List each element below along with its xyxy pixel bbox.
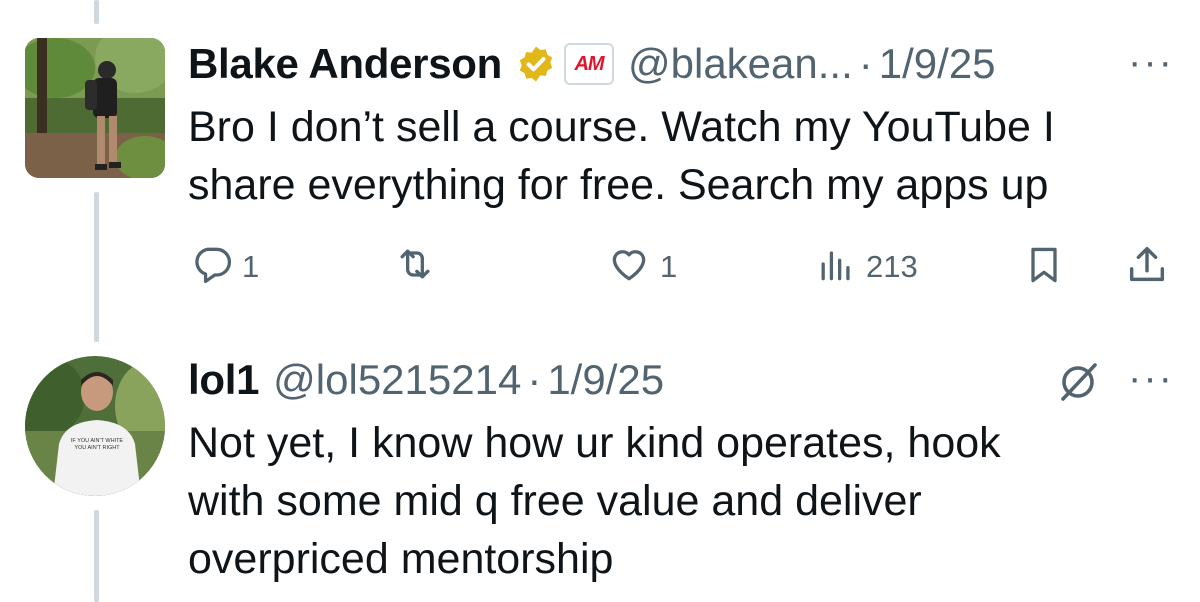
- tweet-header: lol1 @lol5215214 · 1/9/25: [188, 352, 664, 408]
- retweet-icon: [392, 242, 438, 291]
- avatar-photo: IF YOU AIN'T WHITE YOU AIN'T RIGHT: [25, 356, 165, 496]
- like-button[interactable]: 1: [606, 242, 677, 291]
- reply-button[interactable]: 1: [190, 242, 259, 291]
- avatar-photo: [25, 38, 165, 178]
- reply-count: 1: [242, 248, 260, 284]
- separator-dot: ·: [527, 356, 542, 403]
- display-name[interactable]: lol1: [188, 356, 259, 404]
- timestamp[interactable]: 1/9/25: [879, 40, 996, 88]
- action-bar: 1 1 213: [0, 236, 1200, 292]
- reply-icon: [190, 242, 234, 291]
- tweet-text-line: with some mid q free value and deliver: [188, 477, 922, 525]
- display-name[interactable]: Blake Anderson: [188, 40, 502, 88]
- grok-icon[interactable]: [1054, 358, 1102, 411]
- tweet-header: Blake Anderson AM @blakean... · 1/9/25: [188, 36, 996, 92]
- views-icon: [814, 242, 858, 291]
- share-button[interactable]: [1124, 242, 1170, 293]
- handle[interactable]: @blakean...: [628, 40, 853, 88]
- tweet-text-line: Bro I don’t sell a course. Watch my YouT…: [188, 103, 1055, 151]
- share-icon: [1124, 242, 1170, 293]
- retweet-button[interactable]: [392, 242, 438, 291]
- tweet-text: Not yet, I know how ur kind operates, ho…: [188, 414, 1001, 588]
- like-count: 1: [660, 248, 678, 284]
- tweet-text-line: share everything for free. Search my app…: [188, 161, 1049, 209]
- views-count: 213: [866, 248, 918, 284]
- bookmark-icon: [1022, 242, 1066, 293]
- affiliate-badge[interactable]: AM: [564, 43, 614, 85]
- bookmark-button[interactable]: [1022, 242, 1066, 293]
- avatar[interactable]: [25, 38, 165, 178]
- more-icon[interactable]: ···: [1128, 356, 1174, 401]
- avatar[interactable]: IF YOU AIN'T WHITE YOU AIN'T RIGHT: [25, 356, 165, 496]
- handle[interactable]: @lol5215214: [273, 356, 521, 404]
- avatar-shirt-text: IF YOU AIN'T WHITE: [71, 438, 124, 444]
- timestamp[interactable]: 1/9/25: [547, 356, 664, 404]
- like-icon: [606, 242, 652, 291]
- more-icon[interactable]: ···: [1128, 40, 1174, 85]
- tweet-text-line: Not yet, I know how ur kind operates, ho…: [188, 419, 1001, 467]
- avatar-shirt-text-line: YOU AIN'T RIGHT: [74, 445, 120, 451]
- tweet[interactable]: Blake Anderson AM @blakean... · 1/9/25 ·…: [0, 0, 1200, 330]
- tweet-text-line: overpriced mentorship: [188, 535, 614, 583]
- separator-dot: ·: [858, 40, 873, 87]
- verified-badge-icon: [516, 44, 556, 84]
- views-button[interactable]: 213: [814, 242, 918, 291]
- tweet-text: Bro I don’t sell a course. Watch my YouT…: [188, 98, 1055, 214]
